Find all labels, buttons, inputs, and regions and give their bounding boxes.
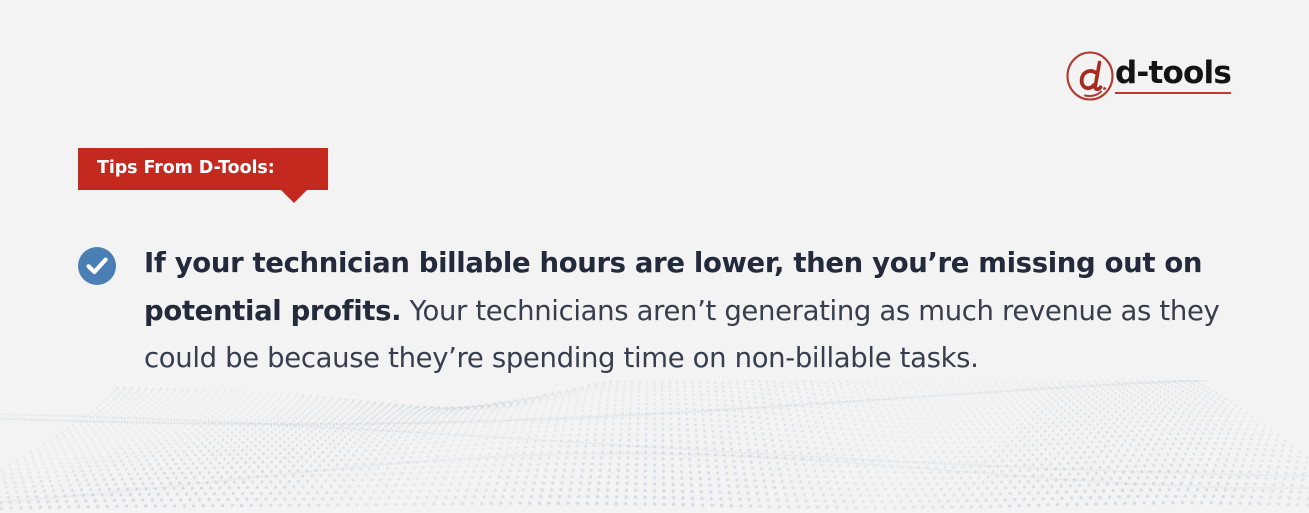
tips-banner-label: Tips From D-Tools: — [97, 158, 275, 179]
d-tools-monogram-icon — [1065, 50, 1119, 104]
logo-underline — [1115, 91, 1231, 95]
tips-banner-body: Tips From D-Tools: — [78, 148, 328, 190]
d-tools-wordmark: d-tools — [1115, 54, 1232, 97]
d-tools-logo: d-tools — [1065, 48, 1232, 106]
tip-text: If your technician billable hours are lo… — [144, 240, 1238, 383]
logo-wordmark-text: d-tools — [1115, 54, 1232, 91]
tips-banner-tail — [281, 190, 307, 203]
tip-row: If your technician billable hours are lo… — [78, 240, 1238, 383]
dotted-wave-graphic — [0, 380, 1309, 513]
tip-card: d-tools Tips From D-Tools: If your techn… — [0, 0, 1309, 513]
tips-banner: Tips From D-Tools: — [78, 148, 328, 203]
check-circle-icon — [78, 247, 116, 285]
